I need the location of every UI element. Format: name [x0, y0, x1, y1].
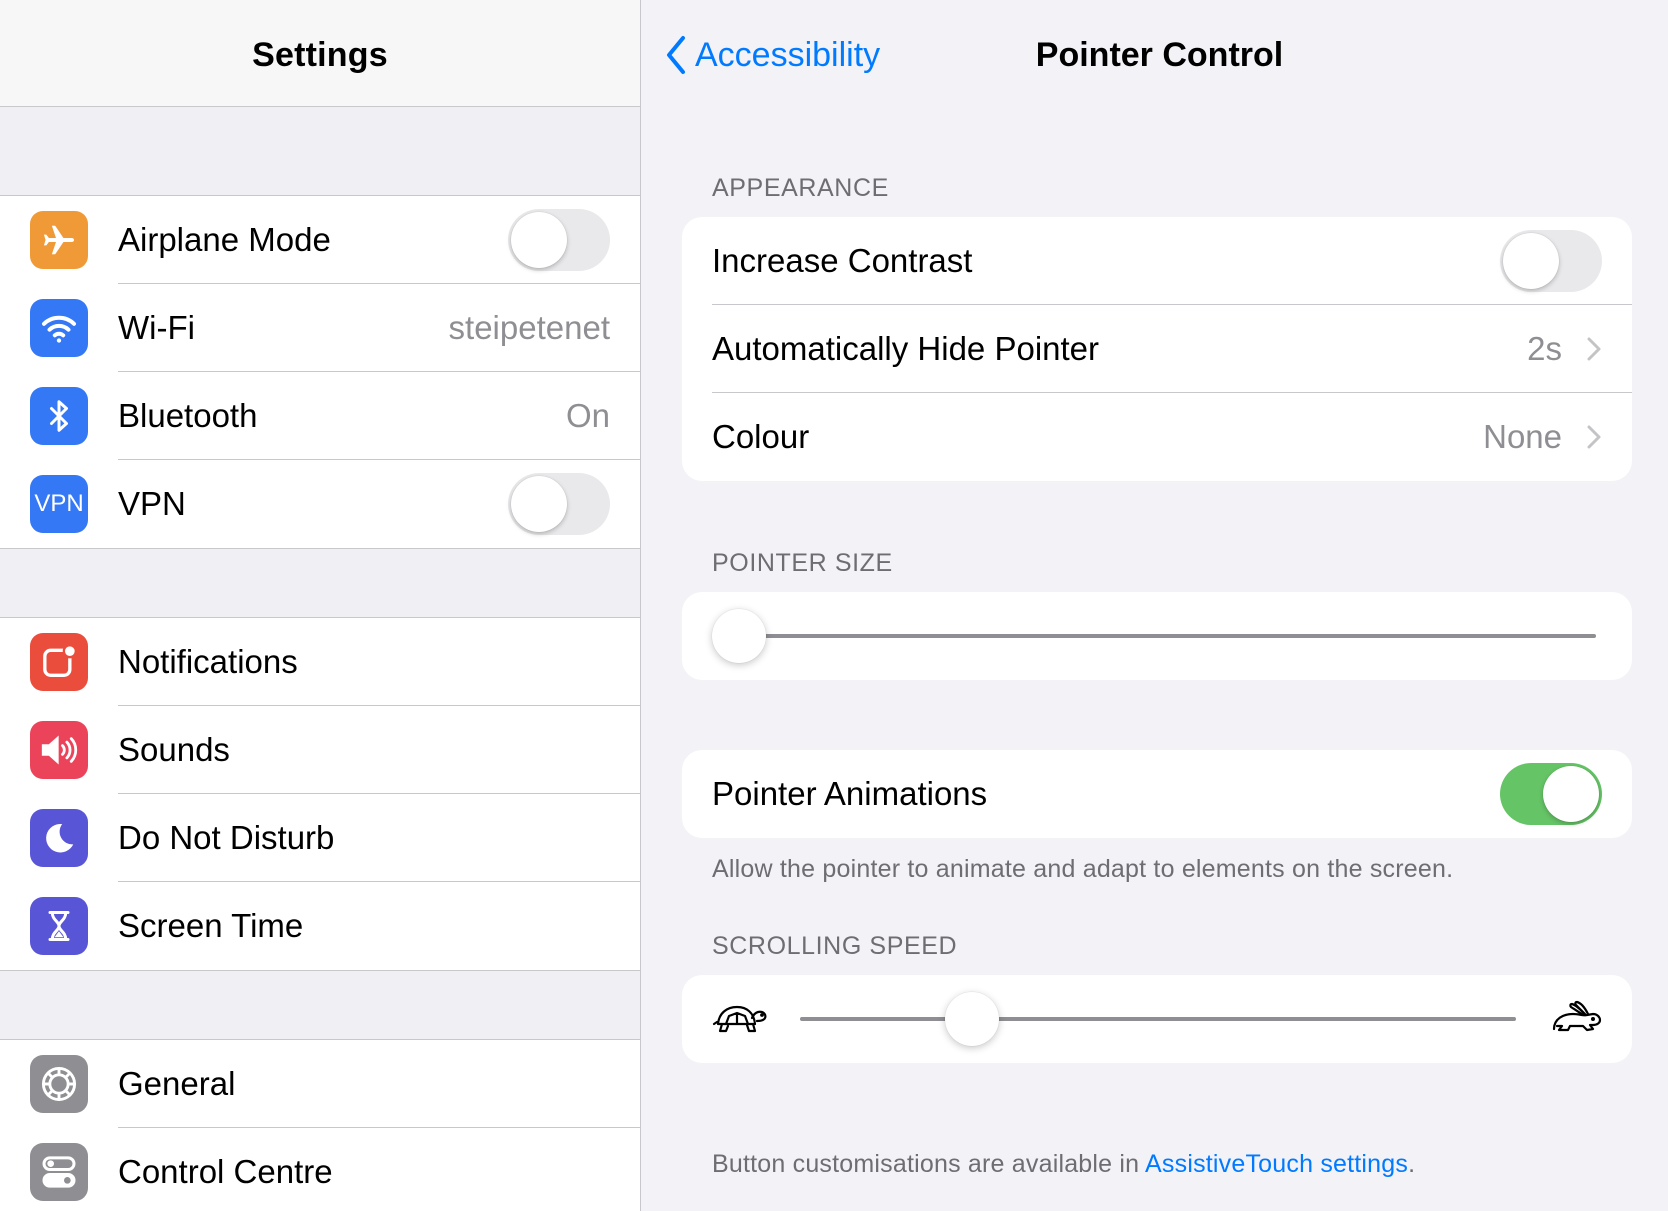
sidebar-item-label: Screen Time	[118, 907, 304, 944]
notifications-icon	[30, 633, 88, 691]
sidebar-item-notifications[interactable]: Notifications	[0, 618, 640, 706]
appearance-card: Increase Contrast Automatically Hide Poi…	[682, 217, 1632, 481]
sidebar-item-control-centre[interactable]: Control Centre	[0, 1128, 640, 1211]
sidebar-item-label: Sounds	[118, 731, 230, 768]
sidebar-item-label: General	[118, 1065, 236, 1102]
sidebar-item-general[interactable]: General	[0, 1040, 640, 1128]
sidebar-item-label: VPN	[118, 485, 186, 522]
appearance-section-header: APPEARANCE	[712, 174, 889, 202]
scrolling-speed-section-header: SCROLLING SPEED	[712, 932, 958, 960]
auto-hide-pointer-row[interactable]: Automatically Hide Pointer 2s	[682, 305, 1632, 393]
airplane-mode-toggle[interactable]	[508, 209, 610, 271]
increase-contrast-toggle[interactable]	[1500, 230, 1602, 292]
sidebar-item-label: Bluetooth	[118, 397, 258, 434]
pointer-animations-footer: Allow the pointer to animate and adapt t…	[712, 855, 1454, 883]
bluetooth-icon	[30, 387, 88, 445]
back-button-label: Accessibility	[695, 35, 881, 74]
speaker-icon	[30, 721, 88, 779]
bluetooth-status-value: On	[565, 397, 610, 434]
pointer-control-detail: Pointer Control Accessibility APPEARANCE…	[641, 0, 1668, 1211]
sidebar-item-screen-time[interactable]: Screen Time	[0, 882, 640, 970]
settings-group-notifications: Notifications Sounds Do Not Disturb Scre…	[0, 617, 640, 971]
sidebar-header: Settings	[0, 0, 640, 107]
pointer-animations-row: Pointer Animations	[682, 750, 1632, 838]
hourglass-icon	[30, 897, 88, 955]
sidebar-item-airplane-mode[interactable]: Airplane Mode	[0, 196, 640, 284]
colour-label: Colour	[712, 418, 810, 455]
sidebar-item-vpn[interactable]: VPN VPN	[0, 460, 640, 548]
turtle-icon	[712, 1005, 767, 1033]
wifi-icon	[30, 299, 88, 357]
back-button[interactable]: Accessibility	[665, 30, 880, 80]
sidebar-item-label: Control Centre	[118, 1153, 333, 1190]
chevron-left-icon	[667, 36, 685, 74]
assistivetouch-settings-link[interactable]: AssistiveTouch settings	[1145, 1150, 1408, 1178]
sidebar-title: Settings	[252, 36, 388, 74]
sidebar-item-bluetooth[interactable]: Bluetooth On	[0, 372, 640, 460]
gear-icon	[30, 1055, 88, 1113]
sidebar-item-label: Airplane Mode	[118, 221, 331, 258]
pointer-size-slider-thumb[interactable]	[712, 609, 766, 663]
auto-hide-pointer-value: 2s	[1527, 330, 1562, 367]
pointer-size-slider-track[interactable]	[742, 634, 1596, 638]
scrolling-speed-slider-track[interactable]	[800, 1017, 1516, 1021]
chevron-right-icon	[1587, 337, 1601, 361]
pointer-size-card	[682, 592, 1632, 680]
pointer-size-section-header: POINTER SIZE	[712, 549, 893, 577]
settings-group-general: General Control Centre	[0, 1039, 640, 1211]
pointer-animations-card: Pointer Animations	[682, 750, 1632, 838]
wifi-network-value: steipetenet	[448, 309, 610, 346]
increase-contrast-label: Increase Contrast	[712, 242, 973, 279]
increase-contrast-row: Increase Contrast	[682, 217, 1632, 305]
assistivetouch-footer-text: Button customisations are available in	[712, 1150, 1146, 1178]
colour-value: None	[1483, 418, 1562, 455]
pointer-animations-label: Pointer Animations	[712, 775, 988, 812]
pointer-animations-toggle[interactable]	[1500, 763, 1602, 825]
moon-icon	[30, 809, 88, 867]
scrolling-speed-card	[682, 975, 1632, 1063]
sidebar-item-sounds[interactable]: Sounds	[0, 706, 640, 794]
vpn-icon: VPN	[30, 475, 88, 533]
control-centre-icon	[30, 1143, 88, 1201]
sidebar-item-wifi[interactable]: Wi-Fi steipetenet	[0, 284, 640, 372]
sidebar-item-label: Do Not Disturb	[118, 819, 335, 856]
hare-icon	[1552, 1000, 1602, 1032]
assistivetouch-footer-suffix: .	[1408, 1150, 1416, 1178]
sidebar-item-do-not-disturb[interactable]: Do Not Disturb	[0, 794, 640, 882]
settings-group-connectivity: Airplane Mode Wi-Fi steipetenet Bluetoot…	[0, 195, 640, 549]
vpn-toggle[interactable]	[508, 473, 610, 535]
sidebar-item-label: Notifications	[118, 643, 298, 680]
sidebar-item-label: Wi-Fi	[118, 309, 195, 346]
chevron-right-icon	[1587, 425, 1601, 449]
assistivetouch-footer: Button customisations are available in A…	[712, 1150, 1415, 1179]
settings-sidebar: Settings Airplane Mode Wi-Fi steipetenet	[0, 0, 641, 1211]
scrolling-speed-slider-thumb[interactable]	[944, 992, 999, 1046]
auto-hide-pointer-label: Automatically Hide Pointer	[712, 330, 1100, 367]
airplane-icon	[30, 211, 88, 269]
colour-row[interactable]: Colour None	[682, 393, 1632, 481]
